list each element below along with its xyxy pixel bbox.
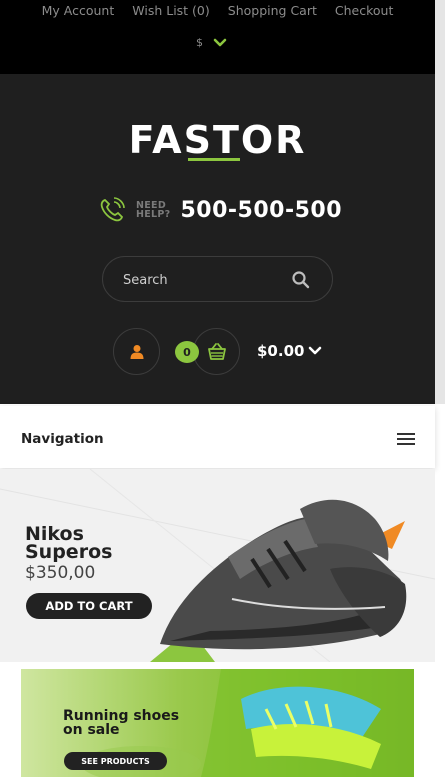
checkout-link[interactable]: Checkout <box>335 3 393 18</box>
search-input[interactable] <box>123 270 283 290</box>
hamburger-icon[interactable] <box>397 432 415 446</box>
top-bar: My Account Wish List (0) Shopping Cart C… <box>0 0 435 74</box>
product-banner[interactable]: Nikos Superos $350,00 ADD TO CART <box>0 469 435 662</box>
banner-product-title: Nikos Superos <box>25 523 113 563</box>
need-help-label: NEED HELP? <box>136 200 171 220</box>
sale-banner-title: Running shoes on sale <box>63 708 180 738</box>
banner-product-price: $350,00 <box>25 563 96 583</box>
phone-number[interactable]: 500-500-500 <box>180 198 342 223</box>
currency-selector[interactable]: $ <box>196 36 227 49</box>
help-phone: NEED HELP? 500-500-500 <box>98 196 342 224</box>
wish-list-link[interactable]: Wish List (0) <box>132 3 210 18</box>
shopping-cart-link[interactable]: Shopping Cart <box>228 3 317 18</box>
top-links: My Account Wish List (0) Shopping Cart C… <box>0 3 435 18</box>
navigation-bar: Navigation <box>0 406 435 468</box>
cart-button[interactable] <box>193 328 240 375</box>
nav-title: Navigation <box>21 431 104 447</box>
add-to-cart-button[interactable]: ADD TO CART <box>26 593 152 619</box>
search-icon[interactable] <box>291 270 311 290</box>
see-products-button[interactable]: SEE PRODUCTS <box>64 752 167 770</box>
currency-symbol: $ <box>196 36 203 49</box>
chevron-down-icon <box>213 38 227 46</box>
basket-icon <box>207 342 226 360</box>
scrollbar[interactable] <box>435 0 445 404</box>
logo-underline <box>188 158 240 161</box>
my-account-link[interactable]: My Account <box>42 3 115 18</box>
sale-banner[interactable]: Running shoes on sale SEE PRODUCTS <box>21 669 414 777</box>
cart-total[interactable]: $0.00 <box>257 342 304 360</box>
logo[interactable]: FASTOR <box>0 118 435 162</box>
cart-count-badge: 0 <box>175 341 199 363</box>
account-button[interactable] <box>113 328 160 375</box>
chevron-down-icon[interactable] <box>308 345 322 357</box>
phone-icon <box>100 197 125 222</box>
search-box <box>102 256 333 302</box>
user-icon <box>130 344 143 359</box>
